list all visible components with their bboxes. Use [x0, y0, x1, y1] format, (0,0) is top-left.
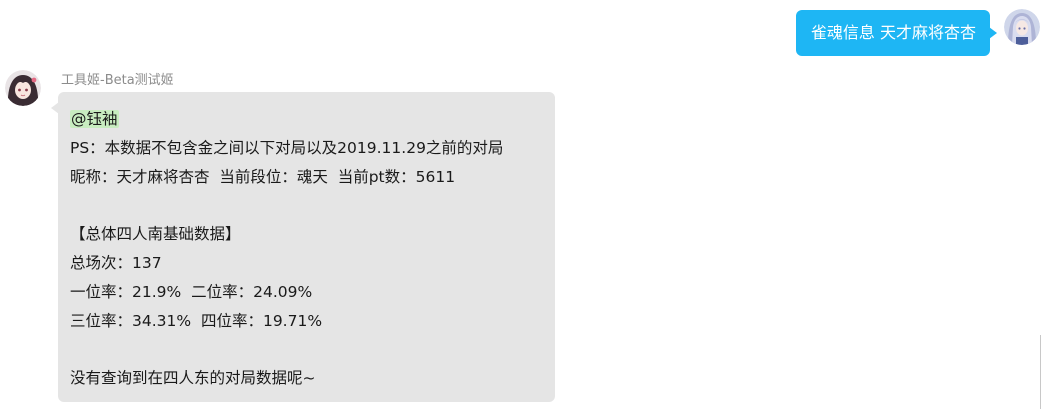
chat-window: 雀魂信息 天才麻将杏杏 工具姬-Beta测试姬 @钰袖 PS：本数据不包含金之间… [0, 0, 1042, 409]
outgoing-message-row: 雀魂信息 天才麻将杏杏 [795, 9, 1040, 56]
message-line: 昵称：天才麻将杏杏 当前段位：魂天 当前pt数：5611 [70, 167, 456, 186]
outgoing-message-bubble[interactable]: 雀魂信息 天才麻将杏杏 [795, 10, 998, 56]
message-line [70, 335, 548, 364]
message-line [70, 191, 548, 220]
message-line: 三位率：34.31% 四位率：19.71% [70, 311, 323, 330]
message-line: 总场次：137 [70, 253, 162, 272]
incoming-message-bubble[interactable]: @钰袖 PS：本数据不包含金之间以下对局以及2019.11.29之前的对局 昵称… [51, 92, 555, 402]
message-line: PS：本数据不包含金之间以下对局以及2019.11.29之前的对局 [70, 138, 504, 157]
scrollbar[interactable] [1040, 335, 1041, 409]
bot-avatar[interactable] [5, 70, 41, 106]
message-line: 【总体四人南基础数据】 [70, 225, 241, 244]
message-line: 没有查询到在四人东的对局数据呢~ [70, 369, 316, 388]
sender-name: 工具姬-Beta测试姬 [61, 73, 174, 88]
user-avatar[interactable] [1004, 9, 1040, 45]
message-line-mention: @钰袖 [70, 105, 548, 134]
mention-tag[interactable]: @钰袖 [70, 110, 119, 128]
message-line: 一位率：21.9% 二位率：24.09% [70, 282, 313, 301]
